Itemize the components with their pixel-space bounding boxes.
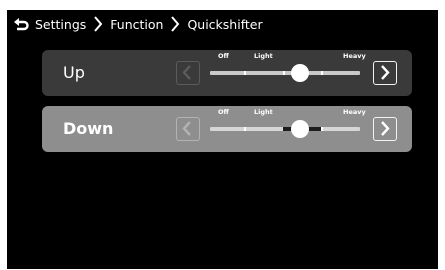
chevron-right-icon (381, 65, 390, 80)
down-level-slider[interactable]: Off Light Heavy (207, 106, 366, 152)
up-label: Up (63, 63, 85, 82)
slider-tick (244, 127, 246, 131)
slider-track (210, 71, 360, 75)
breadcrumb-quickshifter: Quickshifter (187, 16, 263, 32)
quickshifter-screen: Settings Function Quickshifter Up Off Li… (7, 10, 438, 269)
tick-label-off: Off (218, 52, 229, 60)
up-increase-button[interactable] (373, 61, 397, 85)
down-decrease-button[interactable] (176, 117, 200, 141)
slider-tick (283, 71, 285, 75)
slider-tick (321, 127, 323, 131)
up-decrease-button[interactable] (176, 61, 200, 85)
down-increase-button[interactable] (373, 117, 397, 141)
tick-label-light: Light (254, 108, 273, 116)
chevron-left-icon (182, 121, 191, 136)
chevron-left-icon (182, 65, 191, 80)
up-level-slider[interactable]: Off Light Heavy (207, 50, 366, 96)
tick-label-light: Light (254, 52, 273, 60)
slider-track (210, 127, 360, 131)
return-arrow-icon (14, 18, 29, 31)
slider-tick (321, 71, 323, 75)
tick-label-heavy: Heavy (343, 52, 366, 60)
tick-label-heavy: Heavy (343, 108, 366, 116)
back-button[interactable] (10, 13, 32, 35)
down-label: Down (63, 119, 114, 138)
chevron-right-icon (91, 15, 105, 33)
slider-knob[interactable] (291, 120, 309, 138)
slider-tick (244, 71, 246, 75)
breadcrumb-settings[interactable]: Settings (32, 17, 89, 32)
quickshifter-up-row[interactable]: Up Off Light Heavy (42, 50, 412, 96)
chevron-right-icon (168, 15, 182, 33)
breadcrumb: Settings Function Quickshifter (7, 10, 438, 38)
slider-knob[interactable] (291, 64, 309, 82)
tick-label-off: Off (218, 108, 229, 116)
quickshifter-down-row[interactable]: Down Off Light Heavy (42, 106, 412, 152)
chevron-right-icon (381, 121, 390, 136)
breadcrumb-function[interactable]: Function (107, 17, 166, 32)
